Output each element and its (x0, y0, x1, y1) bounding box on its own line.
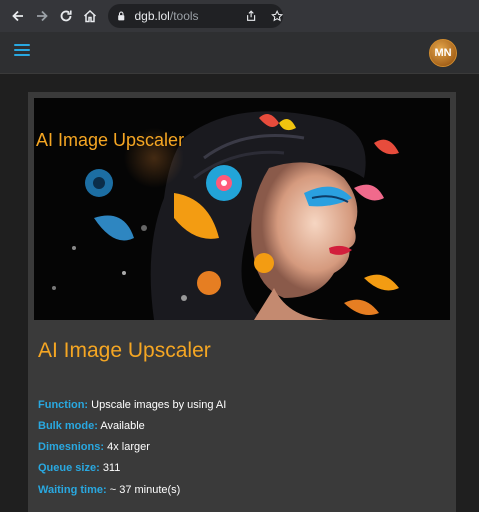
detail-key: Dimesnions: (38, 441, 105, 453)
tool-title[interactable]: AI Image Upscaler (38, 339, 211, 363)
detail-queue-size: Queue size: 311 (38, 462, 120, 474)
detail-key: Bulk mode: (38, 420, 98, 432)
share-icon[interactable] (245, 9, 257, 23)
forward-icon[interactable] (30, 4, 54, 28)
detail-value: Upscale images by using AI (91, 399, 227, 411)
detail-dimensions: Dimesnions: 4x larger (38, 441, 150, 453)
bookmark-star-icon[interactable] (270, 9, 283, 23)
address-bar[interactable]: dgb.lol/tools (108, 4, 283, 28)
url-host: dgb.lol (134, 9, 170, 23)
tool-card[interactable]: AI Image Upscaler AI Image Upscaler Func… (28, 92, 456, 512)
detail-key: Function: (38, 399, 89, 411)
detail-function: Function: Upscale images by using AI (38, 399, 226, 411)
detail-waiting-time: Waiting time: ~ 37 minute(s) (38, 484, 180, 496)
detail-value: 311 (102, 462, 121, 474)
detail-value: Available (100, 420, 145, 432)
page-content: AI Image Upscaler AI Image Upscaler Func… (0, 75, 479, 512)
hero-title: AI Image Upscaler (36, 130, 185, 150)
detail-key: Queue size: (38, 462, 100, 474)
detail-value: 4x larger (107, 441, 150, 453)
detail-value: ~ 37 minute(s) (109, 484, 181, 496)
menu-icon[interactable] (14, 44, 30, 58)
avatar[interactable]: MN (429, 39, 457, 67)
home-icon[interactable] (78, 4, 102, 28)
detail-key: Waiting time: (38, 484, 107, 496)
url-path: /tools (169, 9, 199, 23)
browser-toolbar: dgb.lol/tools (0, 0, 479, 32)
detail-bulk-mode: Bulk mode: Available (38, 420, 145, 432)
site-header (0, 32, 479, 74)
reload-icon[interactable] (54, 4, 78, 28)
lock-icon (118, 11, 125, 21)
hero-image: AI Image Upscaler (34, 98, 450, 320)
back-icon[interactable] (6, 4, 30, 28)
